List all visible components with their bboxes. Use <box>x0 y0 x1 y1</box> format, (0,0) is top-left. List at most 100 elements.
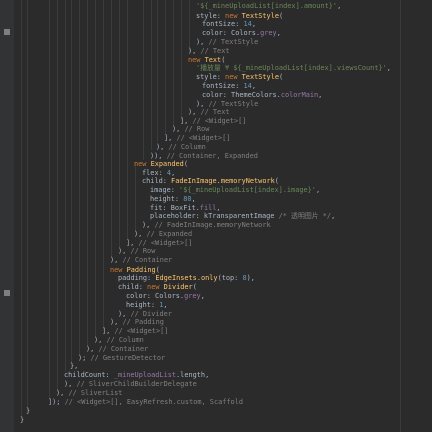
code-line[interactable]: ], // <Widget>[] <box>0 134 432 143</box>
code-token: , <box>318 91 323 99</box>
code-lines[interactable]: '${_mineUploadList[index].amount}', style… <box>0 0 432 432</box>
code-token: image: <box>150 186 180 194</box>
code-token: new <box>110 266 127 274</box>
code-token: , <box>216 204 221 212</box>
code-line[interactable]: ), // TextStyle <box>0 38 432 47</box>
code-token: // Text <box>200 47 230 55</box>
code-line[interactable]: fontSize: 14, <box>0 82 432 91</box>
code-token: ( <box>221 56 226 64</box>
code-editor[interactable]: '${_mineUploadList[index].amount}', style… <box>0 0 432 432</box>
code-token: } <box>26 407 31 415</box>
code-line[interactable]: ), // Column <box>0 143 432 152</box>
code-token: ( <box>274 177 279 185</box>
code-line[interactable]: ]); // <Widget>[], EasyRefresh.custom, S… <box>0 398 432 407</box>
code-token: 14 <box>243 82 252 90</box>
code-token: Divider <box>163 283 193 291</box>
code-line[interactable]: height: 80, <box>0 195 432 204</box>
code-token: ), <box>156 143 169 151</box>
code-line[interactable]: '${_mineUploadList[index].amount}', <box>0 2 432 11</box>
code-token: // Container, Expanded <box>166 152 258 160</box>
code-token: color: ThemeColors. <box>202 91 281 99</box>
code-line[interactable]: ), // Container <box>0 256 432 265</box>
code-token: height: <box>150 195 184 203</box>
code-token: }, <box>70 362 79 370</box>
code-token: ), <box>246 274 255 282</box>
code-token: child: <box>142 177 172 185</box>
code-token: , <box>337 1 342 10</box>
code-token: ]); <box>48 398 65 406</box>
code-line[interactable]: ), // SliverList <box>0 389 432 398</box>
code-line[interactable]: ), // FadeInImage.memoryNetwork <box>0 221 432 230</box>
code-token: color: Colors. <box>126 292 185 300</box>
code-token: ), <box>188 47 201 55</box>
code-token: ( <box>155 266 160 274</box>
code-token: ], <box>180 117 193 125</box>
code-token: // TextStyle <box>208 100 259 108</box>
code-line[interactable]: style: new TextStyle( <box>0 73 432 82</box>
code-line[interactable]: style: new TextStyle( <box>0 12 432 21</box>
code-token: '播放量 ¥ ${_mineUploadList[index].viewsCou… <box>196 64 387 72</box>
code-token: // <Widget>[], EasyRefresh.custom, Scaff… <box>64 398 243 406</box>
code-token: // Divider <box>130 310 172 318</box>
code-token: ), <box>110 318 123 326</box>
code-token: FadeInImage.memoryNetwork <box>171 177 275 185</box>
code-line[interactable]: ), // Column <box>0 336 432 345</box>
code-token: , <box>163 301 168 309</box>
code-token: grey <box>260 29 277 37</box>
code-token: .length, <box>176 371 210 379</box>
code-token: // <Widget>[] <box>138 239 193 247</box>
code-line[interactable]: new Expanded( <box>0 160 432 169</box>
code-token: // Row <box>184 125 210 133</box>
code-line[interactable]: child: new Divider( <box>0 283 432 292</box>
code-token: , <box>315 186 321 194</box>
code-line[interactable]: ), // Padding <box>0 318 432 327</box>
code-token: // Expanded <box>146 230 193 238</box>
code-token: )), <box>150 152 167 160</box>
code-token: ), <box>142 221 155 229</box>
code-token: } <box>20 416 25 424</box>
code-line[interactable]: ), // SliverChildBuilderDelegate <box>0 380 432 389</box>
code-line[interactable]: image: '${_mineUploadList[index].image}'… <box>0 186 432 195</box>
code-line[interactable]: child: FadeInImage.memoryNetwork( <box>0 177 432 186</box>
code-token: '${_mineUploadList[index].image}' <box>179 186 316 194</box>
code-line[interactable]: '播放量 ¥ ${_mineUploadList[index].viewsCou… <box>0 64 432 73</box>
code-line[interactable]: ), // Row <box>0 125 432 134</box>
code-token: // Column <box>168 143 206 151</box>
code-line[interactable]: ), // Text <box>0 108 432 117</box>
code-token: ), <box>188 108 201 116</box>
code-token: '${_mineUploadList[index].amount}' <box>196 1 338 10</box>
code-line[interactable]: ), // Text <box>0 47 432 56</box>
code-line[interactable]: }, <box>0 362 432 371</box>
code-line[interactable]: } <box>0 407 432 416</box>
code-line[interactable]: height: 1, <box>0 301 432 310</box>
code-line[interactable]: ), // Container <box>0 345 432 354</box>
code-line[interactable]: ), // Row <box>0 247 432 256</box>
code-token: , <box>331 212 336 220</box>
code-token: placeholder: kTransparentImage <box>150 212 279 220</box>
code-line[interactable]: padding: EdgeInsets.only(top: 8), <box>0 274 432 283</box>
code-token: colorMain <box>280 91 319 99</box>
code-line[interactable]: childCount: _mineUploadList.length, <box>0 371 432 380</box>
code-token: ), <box>64 380 77 388</box>
code-line[interactable]: ], // <Widget>[] <box>0 327 432 336</box>
code-line[interactable]: } <box>0 416 432 425</box>
code-line[interactable]: fontSize: 14, <box>0 20 432 29</box>
code-token: ), <box>118 247 131 255</box>
code-token: color: Colors. <box>202 29 261 37</box>
code-line[interactable]: color: Colors.grey, <box>0 29 432 38</box>
code-token: ( <box>192 283 197 291</box>
code-token: ], <box>164 134 177 142</box>
code-token: ); <box>78 354 91 362</box>
code-line[interactable]: color: Colors.grey, <box>0 292 432 301</box>
code-line[interactable]: ), // Expanded <box>0 230 432 239</box>
code-token: TextStyle <box>241 73 279 81</box>
code-token: childCount: <box>64 371 114 379</box>
code-token: , <box>171 169 176 177</box>
code-line[interactable]: color: ThemeColors.colorMain, <box>0 91 432 100</box>
code-token: _mineUploadList <box>113 371 177 379</box>
code-token: // <Widget>[] <box>176 134 231 142</box>
code-token: , <box>251 20 256 28</box>
code-token: // SliverChildBuilderDelegate <box>76 380 197 388</box>
code-token: flex: <box>142 169 167 177</box>
code-line[interactable]: placeholder: kTransparentImage /* 透明图片 *… <box>0 212 432 221</box>
